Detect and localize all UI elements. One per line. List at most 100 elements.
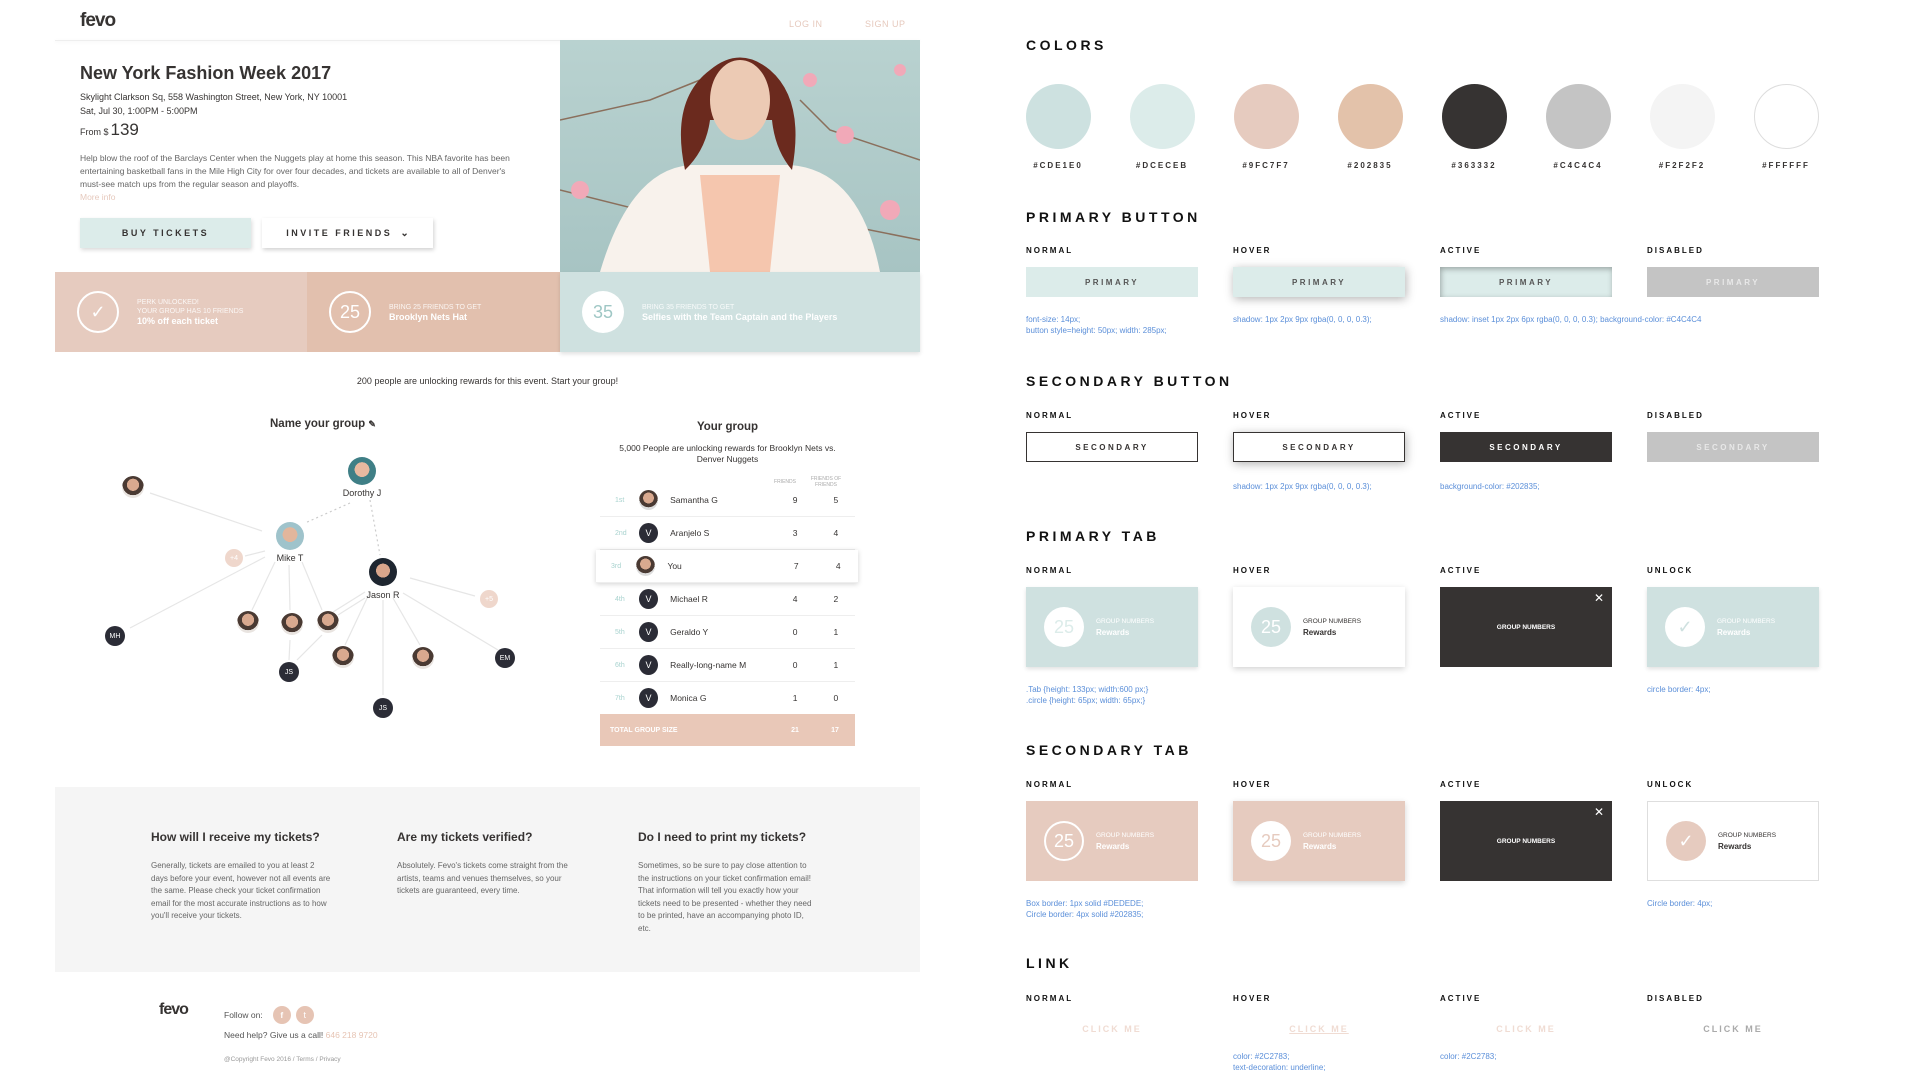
member-avatar[interactable] [412, 647, 434, 669]
close-icon[interactable]: ✕ [1594, 591, 1604, 605]
avatar [635, 556, 656, 576]
state-label: NORMAL [1026, 246, 1074, 255]
avatar: V [638, 655, 659, 675]
table-row[interactable]: 1st Samantha G 9 5 [600, 484, 855, 517]
fof-count: 4 [835, 561, 841, 571]
table-row[interactable]: 7th V Monica G 1 0 [600, 682, 855, 715]
member-initials[interactable]: JS [279, 662, 299, 682]
total-fof: 17 [831, 726, 839, 734]
table-row[interactable]: 5th V Geraldo Y 0 1 [600, 616, 855, 649]
link-active[interactable]: CLICK ME [1440, 1024, 1612, 1034]
faq-answer: Generally, tickets are emailed to you at… [151, 861, 331, 920]
link-hover[interactable]: CLICK ME [1233, 1024, 1405, 1034]
primary-tab-unlock[interactable]: ✓ GROUP NUMBERS Rewards [1647, 587, 1819, 667]
secondary-tab-hover[interactable]: 25 GROUP NUMBERS Rewards [1233, 801, 1405, 881]
note: color: #2C2783; [1440, 1052, 1497, 1061]
more-members-badge[interactable]: +5 [480, 590, 498, 608]
tab-text: GROUP NUMBERS [1496, 837, 1556, 845]
link-normal[interactable]: CLICK ME [1026, 1024, 1198, 1034]
table-row[interactable]: 6th V Really-long-name M 0 1 [600, 649, 855, 682]
primary-tab-title: PRIMARY TAB [1026, 528, 1160, 544]
state-label: HOVER [1233, 246, 1272, 255]
tier-reward: Selfies with the Team Captain and the Pl… [642, 311, 838, 322]
faq-question: How will I receive my tickets? [151, 830, 320, 844]
member-initials[interactable]: EM [495, 648, 515, 668]
jason-avatar[interactable] [369, 558, 397, 586]
tab-circle: 25 [1251, 821, 1291, 861]
network-lines [129, 492, 499, 695]
table-row[interactable]: 2nd V Aranjelo S 3 4 [600, 517, 855, 550]
follow-label: Follow on: [224, 1010, 263, 1020]
member-name: Geraldo Y [670, 627, 709, 637]
link-title: LINK [1026, 955, 1073, 971]
color-swatch [1130, 84, 1195, 149]
tier-number: 35 [582, 291, 624, 333]
member-name: Michael R [670, 594, 708, 604]
state-label: HOVER [1233, 780, 1272, 789]
hero-image [560, 40, 920, 272]
secondary-button-hover[interactable]: SECONDARY [1233, 432, 1405, 462]
note: shadow: 1px 2px 9px rgba(0, 0, 0, 0.3); [1233, 315, 1372, 324]
member-avatar[interactable] [122, 476, 144, 498]
state-label: HOVER [1233, 566, 1272, 575]
secondary-button-active[interactable]: SECONDARY [1440, 432, 1612, 462]
tab-reward: Rewards [1717, 627, 1751, 637]
secondary-tab-unlock[interactable]: ✓ GROUP NUMBERS Rewards [1647, 801, 1819, 881]
primary-tab-normal[interactable]: 25 GROUP NUMBERS Rewards [1026, 587, 1198, 667]
secondary-tab-normal[interactable]: 25 GROUP NUMBERS Rewards [1026, 801, 1198, 881]
color-hex-label: #363332 [1451, 161, 1497, 170]
close-icon[interactable]: ✕ [1594, 805, 1604, 819]
state-label: NORMAL [1026, 994, 1074, 1003]
faq-item: Are my tickets verified? Absolutely. Fevo… [397, 830, 577, 898]
member-avatar[interactable] [332, 646, 354, 668]
state-label: DISABLED [1647, 994, 1704, 1003]
follow-on: Follow on: f t [224, 1006, 314, 1024]
table-row[interactable]: 3rd You 7 4 [596, 550, 858, 583]
color-hex-label: #CDE1E0 [1033, 161, 1083, 170]
primary-tab-active[interactable]: ✕ GROUP NUMBERS [1440, 587, 1612, 667]
avatar: V [638, 589, 659, 609]
jason-label: Jason R [366, 590, 400, 600]
state-label: DISABLED [1647, 411, 1704, 420]
friends-count: 7 [793, 561, 799, 571]
secondary-button-normal[interactable]: SECONDARY [1026, 432, 1198, 462]
mike-avatar[interactable] [276, 522, 304, 550]
primary-button-hover[interactable]: PRIMARY [1233, 267, 1405, 297]
member-initials[interactable]: JS [373, 698, 393, 718]
faq-question: Are my tickets verified? [397, 830, 533, 844]
member-avatar[interactable] [317, 611, 339, 633]
login-link[interactable]: LOG IN [789, 19, 823, 29]
footer-logo[interactable]: fevo [159, 1001, 189, 1019]
primary-button-normal[interactable]: PRIMARY [1026, 267, 1198, 297]
state-label: HOVER [1233, 994, 1272, 1003]
note: shadow: 1px 2px 9px rgba(0, 0, 0, 0.3); [1233, 482, 1372, 491]
color-hex-label: #9FC7F7 [1242, 161, 1290, 170]
twitter-icon[interactable]: t [295, 1006, 314, 1024]
member-avatar[interactable] [281, 613, 303, 635]
secondary-tab-active[interactable]: ✕ GROUP NUMBERS [1440, 801, 1612, 881]
tier-35[interactable]: 35 BRING 35 FRIENDS TO GET Selfies with t… [560, 272, 920, 352]
color-hex-label: #F2F2F2 [1658, 161, 1706, 170]
tab-reward: Rewards [1303, 841, 1337, 851]
primary-tab-hover[interactable]: 25 GROUP NUMBERS Rewards [1233, 587, 1405, 667]
avatar: V [638, 523, 659, 543]
member-initials[interactable]: MH [105, 626, 125, 646]
faq-question: Do I need to print my tickets? [638, 830, 807, 844]
state-label: ACTIVE [1440, 780, 1482, 789]
facebook-icon[interactable]: f [272, 1006, 291, 1024]
avatar: V [638, 688, 659, 708]
color-swatch [1234, 84, 1299, 149]
secondary-button-title: SECONDARY BUTTON [1026, 373, 1233, 389]
tab-circle: 25 [1251, 607, 1291, 647]
fof-count: 4 [833, 528, 839, 538]
phone-link[interactable]: 646 218 9720 [326, 1030, 378, 1040]
fashion-model-photo [560, 57, 920, 272]
check-icon: ✓ [1665, 607, 1705, 647]
more-members-badge[interactable]: +4 [225, 549, 243, 567]
member-avatar[interactable] [237, 611, 259, 633]
signup-link[interactable]: SIGN UP [865, 19, 906, 29]
table-row[interactable]: 4th V Michael R 4 2 [600, 583, 855, 616]
link-disabled: CLICK ME [1703, 1024, 1763, 1034]
primary-button-active[interactable]: PRIMARY [1440, 267, 1612, 297]
dorothy-avatar[interactable] [348, 457, 376, 485]
